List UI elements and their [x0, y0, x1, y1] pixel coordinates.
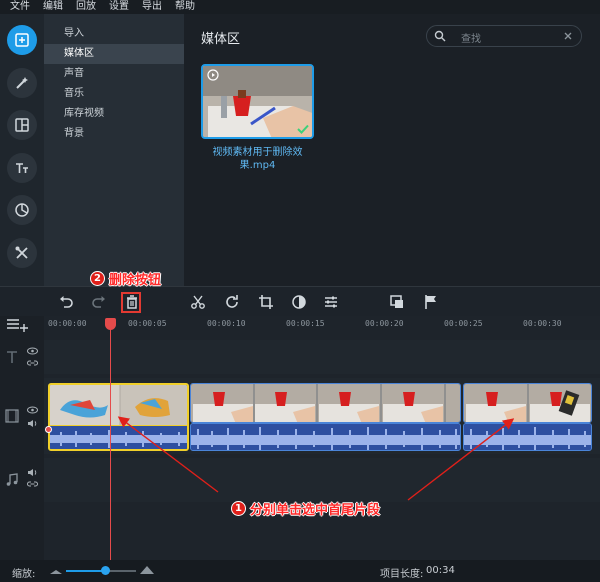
- annotation-text-select: 分别单击选中首尾片段: [250, 503, 381, 518]
- annotation-arrows: [117, 416, 515, 501]
- status-bar: 缩放: 项目长度: 00:34: [0, 560, 600, 582]
- zoom-slider-knob[interactable]: [100, 566, 110, 575]
- zoom-in-icon[interactable]: [140, 564, 154, 574]
- select-annotation: 1 分别单击选中首尾片段: [231, 499, 380, 518]
- playhead-line[interactable]: [110, 318, 111, 582]
- zoom-out-icon[interactable]: [50, 566, 62, 574]
- annotation-number-1: 1: [231, 501, 246, 516]
- playhead-handle[interactable]: [105, 318, 116, 330]
- volume-keyframe[interactable]: [45, 426, 52, 433]
- zoom-label: 缩放:: [12, 569, 36, 580]
- project-length-label: 项目长度:: [380, 569, 424, 580]
- project-length-value: 00:34: [426, 565, 455, 576]
- zoom-slider-fill: [66, 570, 105, 572]
